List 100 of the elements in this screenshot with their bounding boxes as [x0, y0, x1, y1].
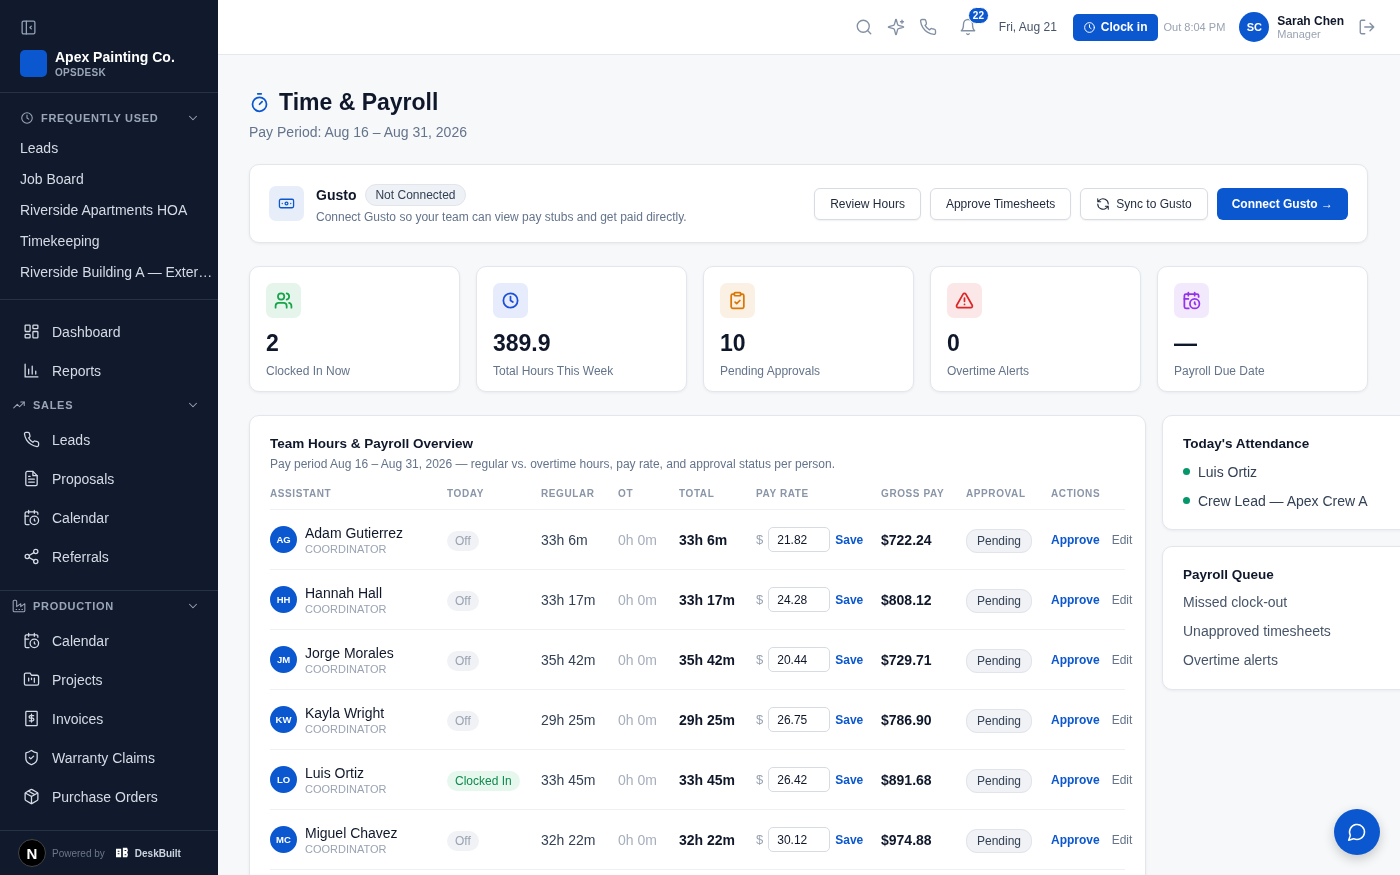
section-header[interactable]: SALES — [0, 390, 218, 420]
save-link[interactable]: Save — [835, 832, 864, 847]
table-cell-text: 29h 25m — [679, 711, 737, 728]
nav-item[interactable]: Reports — [0, 351, 218, 390]
avatar: HH — [270, 586, 297, 613]
sparkle-icon[interactable] — [886, 18, 905, 36]
nav-item[interactable]: Referrals — [0, 537, 218, 576]
queue-item[interactable]: Overtime alerts — [1183, 646, 1400, 675]
queue-item[interactable]: Unapproved timesheets — [1183, 617, 1400, 646]
edit-link[interactable]: Edit — [1111, 592, 1133, 607]
table-cell-text: 35h 42m — [541, 651, 597, 668]
phone-icon[interactable] — [918, 18, 937, 36]
save-link[interactable]: Save — [835, 712, 864, 727]
nav-item[interactable]: Invoices — [0, 699, 218, 738]
avatar: LO — [270, 766, 297, 793]
column-header: OT — [618, 487, 635, 499]
powered-by-text: Powered by — [52, 847, 105, 859]
clock-in-button[interactable]: Clock in — [1072, 13, 1158, 41]
chat-icon — [1347, 822, 1367, 842]
edit-link[interactable]: Edit — [1111, 832, 1133, 847]
recent-link[interactable]: Riverside Apartments HOA — [0, 195, 218, 226]
stat-value: 389.9 — [493, 330, 552, 357]
folder-icon — [23, 671, 40, 688]
action-button[interactable]: Connect Gusto → — [1216, 187, 1348, 220]
trend-up-icon — [12, 398, 26, 412]
column-header: REGULAR — [541, 487, 596, 499]
user-avatar[interactable]: SC — [1239, 12, 1270, 42]
clock-icon — [20, 111, 34, 125]
nav-item[interactable]: Warranty Claims — [0, 738, 218, 777]
recent-link[interactable]: Riverside Building A — Exter… — [0, 257, 218, 288]
table-cell-text: 0h 0m — [618, 591, 658, 608]
table-cell-text: 0h 0m — [618, 651, 658, 668]
bell-icon[interactable] — [958, 18, 977, 36]
edit-link[interactable]: Edit — [1111, 712, 1133, 727]
section-header[interactable]: FREQUENTLY USED — [0, 103, 218, 133]
save-link[interactable]: Save — [835, 532, 864, 547]
integration-name: Gusto — [316, 186, 357, 203]
person-role: COORDINATOR — [305, 722, 387, 735]
action-button[interactable]: Review Hours — [814, 187, 921, 220]
nav-item[interactable]: Projects — [0, 660, 218, 699]
action-button[interactable]: Sync to Gusto — [1080, 187, 1208, 220]
action-button[interactable]: Approve Timesheets — [929, 187, 1072, 220]
nav-item[interactable]: Dashboard — [0, 312, 218, 351]
table-cell-text: $729.71 — [881, 651, 933, 668]
recent-link[interactable]: Job Board — [0, 164, 218, 195]
nav-item[interactable]: Purchase Orders — [0, 777, 218, 816]
save-link[interactable]: Save — [835, 772, 864, 787]
table-cell-text: 33h 17m — [541, 591, 597, 608]
save-link[interactable]: Save — [835, 592, 864, 607]
integration-description: Connect Gusto so your team can view pay stubs and get paid directly. — [316, 209, 688, 224]
table-cell-text: 0h 0m — [618, 771, 658, 788]
clock-out-time: Out 8:04 PM — [1163, 21, 1226, 33]
stat-value: — — [1174, 330, 1198, 357]
pay-rate-field[interactable]: 21.82 — [768, 527, 831, 552]
pay-rate-field[interactable]: 20.44 — [768, 647, 831, 672]
currency-sign: $ — [756, 712, 764, 727]
stat-label: Payroll Due Date — [1174, 364, 1266, 378]
section-header[interactable]: PRODUCTION — [0, 591, 218, 621]
search-icon[interactable] — [854, 18, 873, 36]
queue-item[interactable]: Missed clock-out — [1183, 588, 1400, 617]
approve-link[interactable]: Approve — [1051, 532, 1100, 547]
approve-link[interactable]: Approve — [1051, 832, 1100, 847]
table-cell-text: 33h 6m — [541, 531, 589, 548]
n-badge[interactable]: N — [18, 839, 46, 867]
dollar-receipt-icon — [23, 710, 40, 727]
edit-link[interactable]: Edit — [1111, 532, 1133, 547]
pay-rate-field[interactable]: 26.42 — [768, 767, 831, 792]
save-link[interactable]: Save — [835, 652, 864, 667]
approve-link[interactable]: Approve — [1051, 652, 1100, 667]
pay-rate-field[interactable]: 24.28 — [768, 587, 831, 612]
column-header: APPROVAL — [966, 487, 1027, 499]
pay-rate-field[interactable]: 30.12 — [768, 827, 831, 852]
table-cell-text: $786.90 — [881, 711, 933, 728]
nav-item[interactable]: Calendar — [0, 498, 218, 537]
approve-link[interactable]: Approve — [1051, 592, 1100, 607]
stat-label: Clocked In Now — [266, 364, 352, 378]
column-header: TODAY — [447, 487, 485, 499]
chat-button[interactable] — [1334, 809, 1380, 855]
person-role: COORDINATOR — [305, 782, 387, 795]
edit-link[interactable]: Edit — [1111, 652, 1133, 667]
logout-icon[interactable] — [1358, 18, 1376, 36]
recent-link[interactable]: Timekeeping — [0, 226, 218, 257]
sidebar-toggle-icon[interactable] — [20, 19, 37, 36]
section-title: PRODUCTION — [33, 600, 115, 612]
approve-link[interactable]: Approve — [1051, 712, 1100, 727]
recent-link[interactable]: Leads — [0, 133, 218, 164]
approval-badge: Pending — [966, 588, 1033, 613]
nav-item[interactable]: Calendar — [0, 621, 218, 660]
stat-label: Pending Approvals — [720, 364, 822, 378]
column-header: ACTIONS — [1051, 487, 1102, 499]
status-pill: Off — [447, 830, 479, 851]
nav-item[interactable]: Proposals — [0, 459, 218, 498]
approve-link[interactable]: Approve — [1051, 772, 1100, 787]
package-icon — [23, 788, 40, 805]
pay-rate-field[interactable]: 26.75 — [768, 707, 831, 732]
approval-badge: Pending — [966, 528, 1033, 553]
edit-link[interactable]: Edit — [1111, 772, 1133, 787]
table-cell-text: $891.68 — [881, 771, 933, 788]
nav-item[interactable]: Leads — [0, 420, 218, 459]
person-name: Miguel Chavez — [305, 824, 398, 841]
